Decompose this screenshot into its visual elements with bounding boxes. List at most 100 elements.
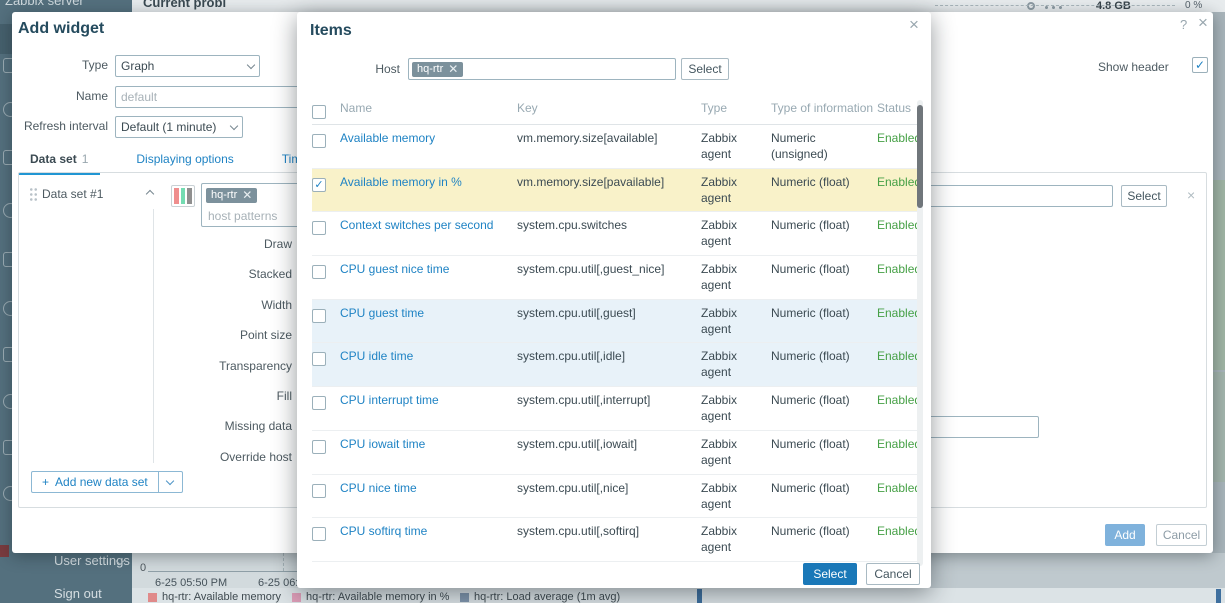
chip-remove-icon[interactable]: ✕ [448,64,458,75]
item-name-link[interactable]: Available memory in % [340,169,517,212]
add-data-set-dropdown[interactable] [158,472,182,492]
row-checkbox[interactable] [312,440,326,454]
item-key: system.cpu.util[,idle] [517,343,701,386]
drag-handle-icon[interactable] [29,187,38,202]
scrollbar-track[interactable] [917,100,923,566]
tab-data-set[interactable]: Data set1 [18,148,100,175]
items-table-body: Available memoryvm.memory.size[available… [312,125,922,562]
items-table-header: Name Key Type Type of information Status [312,97,922,125]
table-row: CPU nice timesystem.cpu.util[,nice]Zabbi… [312,475,922,519]
dataset-divider-line [153,209,154,463]
gear-icon [1027,2,1035,10]
row-checkbox[interactable] [312,527,326,541]
item-type: Zabbix agent [701,256,771,299]
option-label-point-size: Point size [169,328,292,342]
dataset-color-swatch[interactable] [171,185,195,207]
collapse-chevron-icon[interactable] [146,190,154,198]
column-header[interactable]: Name [340,97,517,124]
column-header[interactable]: Type [701,97,771,124]
legend-divider-bar [1216,589,1221,603]
row-checkbox[interactable] [312,221,326,235]
graph-x-axis [148,571,300,572]
cancel-button[interactable]: Cancel [1156,524,1207,546]
table-row: CPU softirq timesystem.cpu.util[,softirq… [312,518,922,562]
legend-color-square [292,593,301,602]
item-type-of-information: Numeric (float) [771,212,877,255]
item-type: Zabbix agent [701,387,771,430]
type-select[interactable]: Graph [115,55,260,77]
column-header[interactable]: Type of information [771,97,877,124]
option-label-stacked: Stacked [169,267,292,281]
row-checkbox[interactable] [312,309,326,323]
item-key: system.cpu.util[,iowait] [517,431,701,474]
tab-displaying-options[interactable]: Displaying options [124,148,245,175]
item-name-link[interactable]: CPU softirq time [340,518,517,561]
row-checkbox[interactable] [312,352,326,366]
swatch-stripe [174,188,179,204]
table-row: ✓Available memory in %vm.memory.size[pav… [312,169,922,213]
remove-row-icon[interactable]: × [1187,188,1195,202]
refresh-interval-select[interactable]: Default (1 minute) [115,116,243,138]
select-button[interactable]: Select [803,563,857,585]
table-row: CPU idle timesystem.cpu.util[,idle]Zabbi… [312,343,922,387]
graph-legend-strip: hq-rtr: Available memoryhq-rtr: Availabl… [130,588,1225,603]
column-header[interactable]: Key [517,97,701,124]
add-new-data-set-button[interactable]: +Add new data set [31,471,183,493]
close-icon[interactable]: × [1198,16,1208,30]
map-widget-fragment [1213,372,1225,482]
item-name-link[interactable]: CPU guest nice time [340,256,517,299]
item-type: Zabbix agent [701,300,771,343]
host-filter-input[interactable]: hq-rtr✕ [408,58,676,80]
row-checkbox[interactable] [312,484,326,498]
item-type-of-information: Numeric (float) [771,431,877,474]
cancel-button[interactable]: Cancel [866,563,920,585]
name-label: Name [12,89,108,103]
add-button[interactable]: Add [1105,524,1145,546]
host-patterns-placeholder: host patterns [208,209,277,223]
item-key: system.cpu.util[,guest] [517,300,701,343]
item-name-link[interactable]: CPU iowait time [340,431,517,474]
graph-legend-item: hq-rtr: Load average (1m avg) [460,591,620,603]
item-key: system.cpu.util[,softirq] [517,518,701,561]
select-all-checkbox[interactable] [312,105,326,119]
item-name-link[interactable]: Context switches per second [340,212,517,255]
dialog-title: Items [310,22,352,40]
host-chip[interactable]: hq-rtr✕ [412,62,463,77]
show-header-checkbox[interactable]: ✓ [1192,57,1208,73]
items-table: Name Key Type Type of information Status… [312,97,922,562]
close-icon[interactable]: × [909,18,919,32]
help-icon[interactable]: ? [1180,18,1187,32]
item-name-link[interactable]: CPU guest time [340,300,517,343]
item-name-link[interactable]: CPU interrupt time [340,387,517,430]
item-type: Zabbix agent [701,475,771,518]
more-dots-icon [1043,6,1065,9]
host-select-button[interactable]: Select [681,58,729,80]
item-select-button[interactable]: Select [1121,185,1167,207]
row-checkbox[interactable] [312,134,326,148]
item-type-of-information: Numeric (float) [771,300,877,343]
scrollbar-thumb[interactable] [917,105,923,208]
option-label-missing-data: Missing data [169,419,292,433]
row-checkbox[interactable]: ✓ [312,178,326,192]
host-chip[interactable]: hq-rtr✕ [206,188,257,203]
item-type-of-information: Numeric (float) [771,518,877,561]
graph-legend-item: hq-rtr: Available memory [148,591,281,603]
background-widget-title: Current probl [143,0,226,10]
item-key: system.cpu.util[,guest_nice] [517,256,701,299]
dashboard-top-strip: Current probl 4.8 GB 0 % [130,0,1225,12]
chip-remove-icon[interactable]: ✕ [242,190,252,201]
row-checkbox[interactable] [312,265,326,279]
item-type-of-information: Numeric (float) [771,343,877,386]
legend-color-square [460,593,469,602]
item-name-link[interactable]: CPU nice time [340,475,517,518]
swatch-stripe [181,188,186,204]
sidebar-server-name: Zabbix server [0,0,130,10]
item-type: Zabbix agent [701,431,771,474]
item-name-link[interactable]: Available memory [340,125,517,168]
item-name-link[interactable]: CPU idle time [340,343,517,386]
sidebar-item-sign-out[interactable]: Sign out [54,586,102,601]
column-header[interactable]: Status [877,97,922,124]
row-checkbox[interactable] [312,396,326,410]
item-type: Zabbix agent [701,169,771,212]
chevron-down-icon [230,121,238,129]
